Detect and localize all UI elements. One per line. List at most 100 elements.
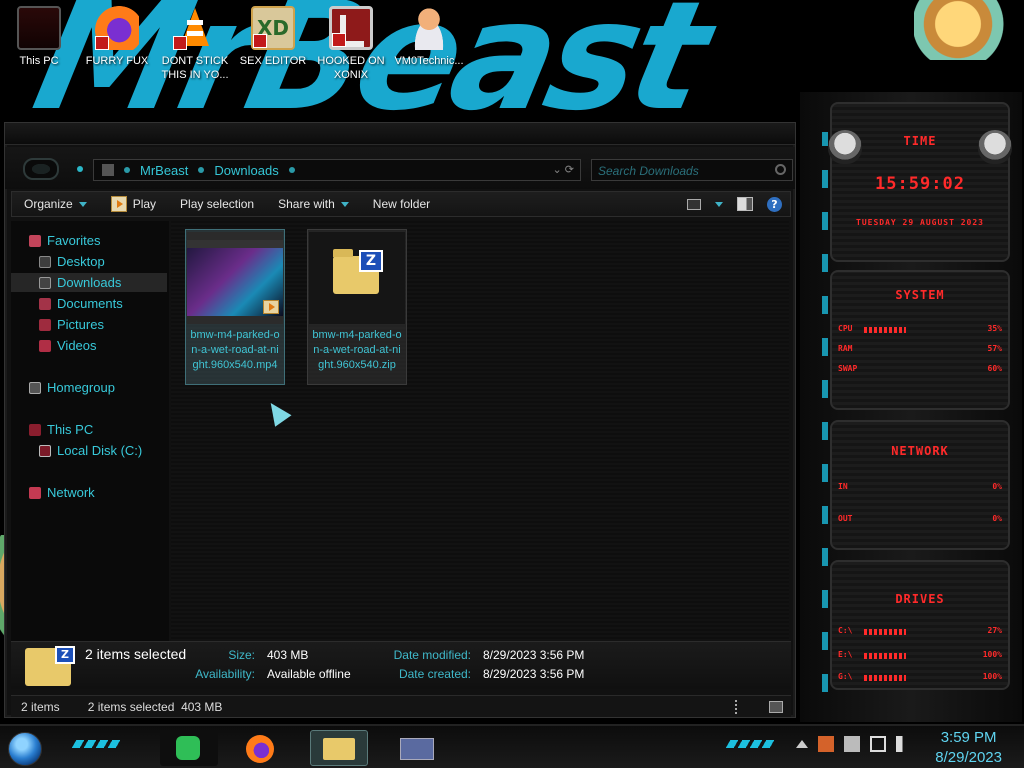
details-view-icon[interactable]	[735, 699, 741, 714]
file-list[interactable]: bmw-m4-parked-on-a-wet-road-at-night.960…	[171, 221, 789, 641]
desktop-icon-xonix[interactable]: HOOKED ON XONIX	[312, 6, 390, 82]
desktop-icon-vm0technic[interactable]: VM0Technic...	[390, 6, 468, 68]
metric-value: 100%	[982, 650, 1002, 659]
taskbar-sticky-notes[interactable]	[160, 730, 218, 766]
documents-icon	[39, 297, 51, 310]
nav-downloads[interactable]: Downloads	[11, 273, 167, 292]
search-input[interactable]: Search Downloads	[591, 159, 793, 181]
pictures-icon	[39, 318, 51, 331]
selection-zip-icon: Z	[25, 646, 75, 686]
nav-label: Pictures	[57, 317, 104, 332]
taskbar-file-explorer[interactable]	[310, 730, 368, 766]
preview-pane-icon[interactable]	[737, 197, 753, 211]
taskbar-decoration	[725, 740, 777, 748]
desktop-icon-label: HOOKED ON XONIX	[317, 55, 385, 81]
metric-label: IN	[838, 482, 848, 491]
item-count: 2 items	[21, 699, 60, 714]
network-gadget[interactable]: NETWORK IN 0% OUT 0%	[830, 420, 1010, 550]
show-hidden-icons-icon[interactable]	[796, 740, 808, 748]
file-item-zip[interactable]: Z bmw-m4-parked-on-a-wet-road-at-night.9…	[307, 229, 407, 385]
taskbar-decoration	[71, 740, 123, 748]
details-pane: Z 2 items selected Size: 403 MB Availabi…	[11, 641, 791, 689]
videos-icon	[39, 339, 51, 352]
taskbar-clock[interactable]: 3:59 PM 8/29/2023	[935, 728, 1002, 768]
metric-label: C:\	[838, 626, 853, 635]
start-button[interactable]	[8, 732, 42, 766]
back-forward-button[interactable]	[23, 158, 59, 180]
crumb-separator-icon	[124, 167, 130, 173]
details-title: 2 items selected	[85, 646, 187, 662]
nav-this-pc[interactable]: This PC	[29, 420, 93, 439]
new-folder-label: New folder	[372, 197, 431, 211]
help-icon[interactable]: ?	[767, 196, 782, 212]
search-icon[interactable]	[775, 164, 786, 175]
volume-icon[interactable]	[896, 736, 912, 752]
nav-desktop[interactable]: Desktop	[39, 252, 105, 271]
date-created-value: 8/29/2023 3:56 PM	[483, 667, 585, 681]
change-view-icon[interactable]	[687, 198, 701, 210]
play-selection-button[interactable]: Play selection	[168, 192, 266, 216]
desktop-icon-vlc[interactable]: DONT STICK THIS IN YO...	[156, 6, 234, 82]
organize-label: Organize	[24, 197, 73, 211]
notification-icon[interactable]	[818, 736, 834, 752]
crumb-separator-icon	[198, 167, 205, 173]
decorative-light-strip	[822, 132, 828, 692]
desktop-icon-this-pc[interactable]: This PC	[0, 6, 78, 68]
nav-favorites[interactable]: Favorites	[29, 231, 100, 250]
time-gadget[interactable]: TIME 15:59:02 TUESDAY 29 AUGUST 2023	[828, 102, 1012, 262]
computer-icon	[29, 423, 41, 436]
breadcrumb-mrbeast[interactable]: MrBeast	[140, 163, 188, 178]
taskbar-firefox[interactable]	[232, 730, 290, 766]
view-options-chevron-icon[interactable]	[715, 201, 723, 207]
navigation-pane: Favorites Desktop Downloads Documents Pi…	[11, 221, 169, 641]
desktop-icon-label: VM0Technic...	[394, 55, 464, 67]
nav-network[interactable]: Network	[29, 483, 95, 502]
nav-local-disk[interactable]: Local Disk (C:)	[39, 441, 142, 460]
doctor-icon	[407, 6, 451, 50]
nav-pictures[interactable]: Pictures	[39, 315, 104, 334]
chevron-down-icon	[340, 201, 349, 207]
breadcrumb-downloads[interactable]: Downloads	[214, 163, 278, 178]
file-name: bmw-m4-parked-on-a-wet-road-at-night.960…	[190, 329, 280, 371]
xonix-game-icon	[329, 6, 373, 50]
chevron-down-icon	[78, 201, 87, 207]
desktop-icon-xd-editor[interactable]: XD SEX EDITOR	[234, 6, 312, 68]
organize-button[interactable]: Organize	[12, 192, 99, 216]
large-icons-view-icon[interactable]	[769, 700, 783, 713]
share-with-button[interactable]: Share with	[266, 192, 361, 216]
time-gadget-clock: 15:59:02	[875, 174, 965, 194]
nav-label: Videos	[57, 338, 97, 353]
drives-gadget[interactable]: DRIVES C:\ 27% E:\ 100% G:\ 100%	[830, 560, 1010, 690]
vlc-icon	[173, 6, 217, 50]
system-gadget-title: SYSTEM	[895, 288, 945, 302]
window-title-bar[interactable]	[5, 123, 795, 145]
address-bar[interactable]: MrBeast Downloads ⌄ ⟳	[93, 159, 581, 181]
play-button[interactable]: Play	[99, 192, 168, 216]
file-item-video[interactable]: bmw-m4-parked-on-a-wet-road-at-night.960…	[185, 229, 285, 385]
desktop-icon-firefox[interactable]: FURRY FUX	[78, 6, 156, 68]
date-modified-value: 8/29/2023 3:56 PM	[483, 648, 585, 662]
nav-documents[interactable]: Documents	[39, 294, 123, 313]
drives-row-g: G:\ 100%	[838, 672, 1002, 686]
new-folder-button[interactable]: New folder	[361, 192, 442, 216]
folder-icon	[102, 164, 114, 176]
zip-thumbnail: Z	[309, 232, 405, 324]
refresh-icon[interactable]: ⌄ ⟳	[553, 163, 575, 176]
xd-editor-icon: XD	[251, 6, 295, 50]
system-gadget[interactable]: SYSTEM CPU 35% RAM 57% SWAP 60%	[830, 270, 1010, 410]
nav-homegroup[interactable]: Homegroup	[29, 378, 115, 397]
taskbar-control-panel[interactable]	[388, 730, 446, 766]
metric-value: 27%	[987, 626, 1002, 635]
desktop-icon-label: SEX EDITOR	[239, 55, 307, 67]
nav-label: Network	[47, 485, 95, 500]
nav-videos[interactable]: Videos	[39, 336, 97, 355]
metric-bar	[864, 653, 906, 659]
metric-label: OUT	[838, 514, 853, 523]
selection-summary: 2 items selected 403 MB	[87, 699, 223, 714]
metric-value: 57%	[987, 344, 1002, 353]
action-center-icon[interactable]	[844, 736, 860, 752]
network-icon[interactable]	[870, 736, 886, 752]
crumb-separator-icon	[288, 167, 295, 173]
shortcut-badge-icon	[95, 36, 109, 50]
nav-label: Documents	[57, 296, 123, 311]
